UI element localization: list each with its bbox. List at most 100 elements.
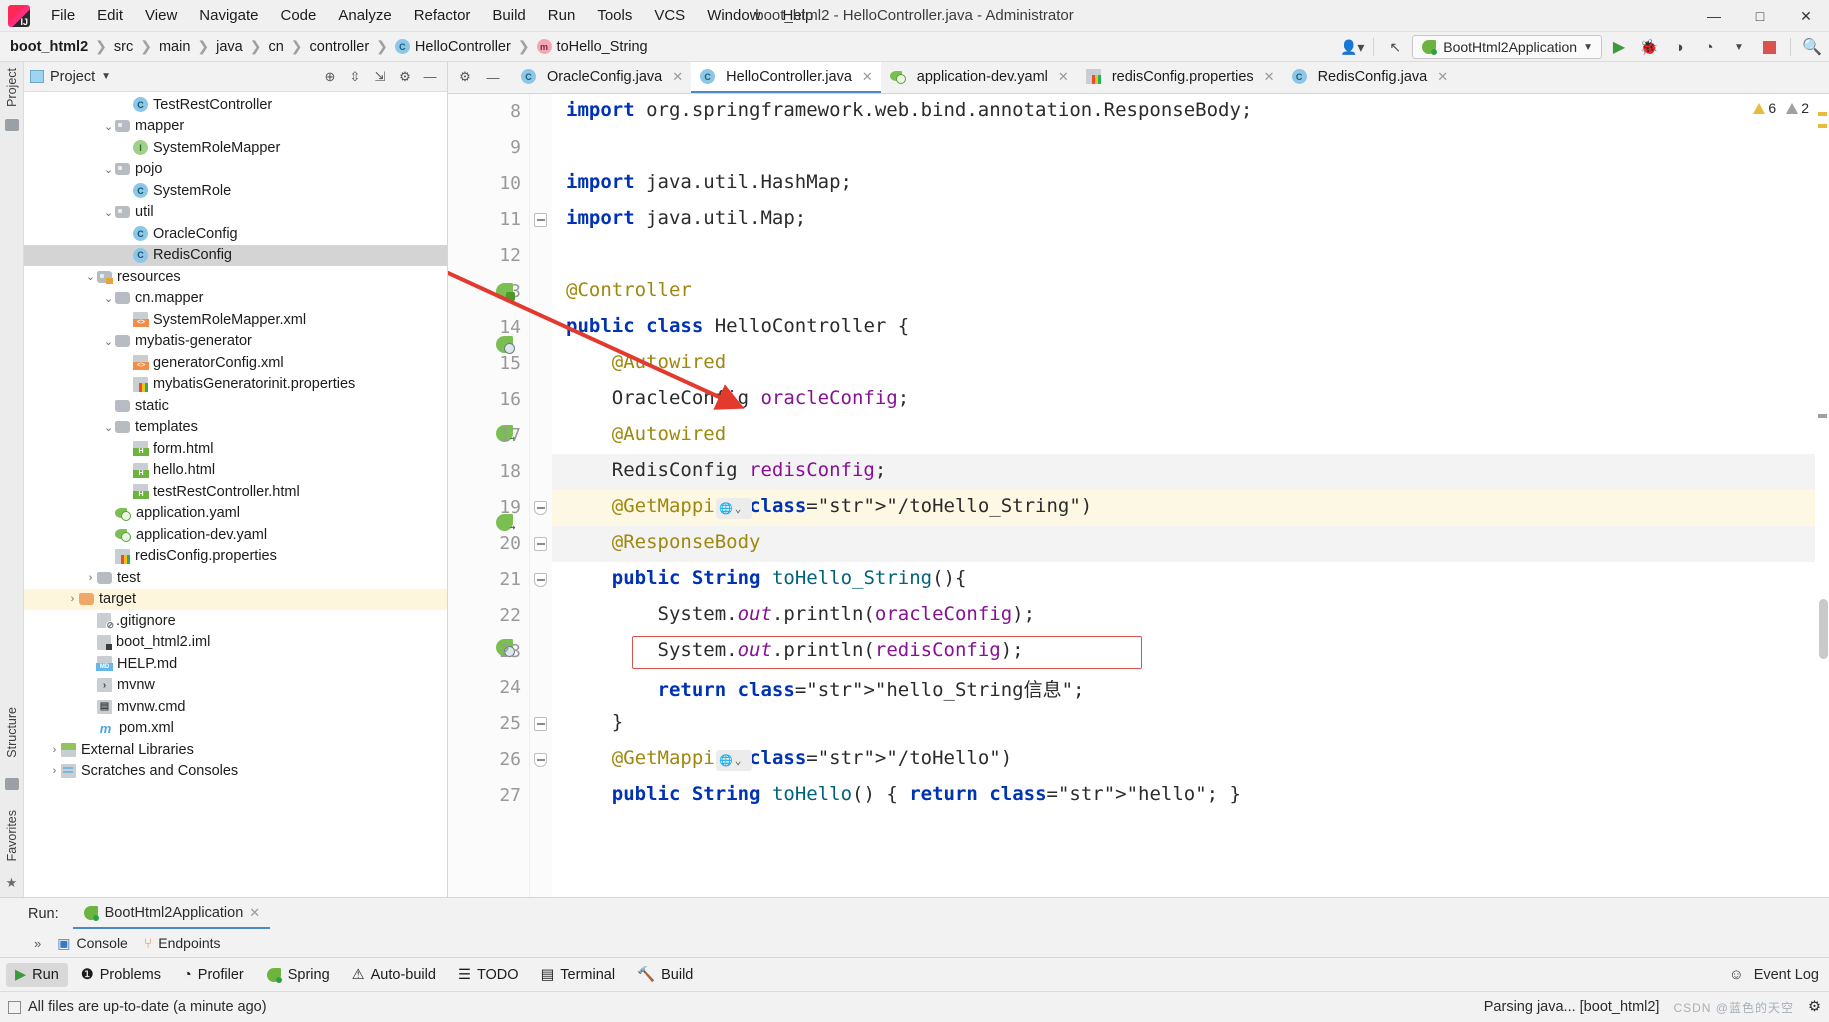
project-tree[interactable]: C TestRestController ⌄ mapper I SystemRoleMap… <box>24 92 447 897</box>
settings-gear-icon[interactable]: ⚙ <box>396 68 414 86</box>
tree-item[interactable]: › mvnw <box>24 675 447 697</box>
tree-item[interactable]: ⌄ pojo <box>24 159 447 181</box>
run-with-coverage-icon[interactable]: ◑ <box>1666 35 1692 59</box>
chevron-down-icon[interactable]: ⌄ <box>102 421 115 434</box>
status-checkbox-icon[interactable] <box>8 1000 21 1014</box>
close-icon[interactable]: ✕ <box>1264 69 1275 85</box>
tool-button-build[interactable]: 🔨 Build <box>628 962 702 987</box>
chevron-down-icon[interactable]: ▼ <box>1726 35 1752 59</box>
code-line[interactable] <box>552 418 1829 454</box>
gutter-run-icon[interactable] <box>496 283 515 301</box>
menu-item-window[interactable]: Window <box>696 4 771 27</box>
menu-item-refactor[interactable]: Refactor <box>403 4 482 27</box>
tree-item[interactable]: I SystemRoleMapper <box>24 137 447 159</box>
menu-item-file[interactable]: File <box>40 4 86 27</box>
tree-item[interactable]: mybatisGeneratorinit.properties <box>24 374 447 396</box>
gutter-run-icon[interactable] <box>496 336 515 354</box>
maximize-button[interactable]: □ <box>1737 0 1783 32</box>
tree-item[interactable]: application-dev.yaml <box>24 524 447 546</box>
event-log-button[interactable]: ☺ Event Log <box>1729 967 1829 983</box>
settings-gear-icon[interactable]: ⚙ <box>456 68 474 86</box>
tree-item[interactable]: .gitignore <box>24 610 447 632</box>
tool-button-auto-build[interactable]: ⚠ Auto-build <box>343 963 445 987</box>
fold-marker-icon[interactable] <box>534 753 547 767</box>
tree-item[interactable]: ⌄ mapper <box>24 116 447 138</box>
breadcrumb-main[interactable]: main <box>159 39 190 55</box>
breadcrumb-class[interactable]: C HelloController <box>394 39 511 55</box>
run-icon[interactable]: ▶ <box>1606 35 1632 59</box>
menu-item-navigate[interactable]: Navigate <box>188 4 269 27</box>
tree-item[interactable]: ⌄ util <box>24 202 447 224</box>
stop-icon[interactable] <box>1756 35 1782 59</box>
tree-item[interactable]: static <box>24 395 447 417</box>
tree-item[interactable]: C SystemRole <box>24 180 447 202</box>
web-mapping-icon[interactable]: 🌐 ⌄ <box>716 498 752 519</box>
breadcrumb-controller[interactable]: controller <box>310 39 370 55</box>
tool-button-problems[interactable]: ❶ Problems <box>72 963 170 987</box>
tree-item[interactable]: m pom.xml <box>24 718 447 740</box>
fold-marker-icon[interactable] <box>534 213 547 227</box>
rail-item-structure[interactable]: Structure <box>5 701 19 764</box>
run-configuration-selector[interactable]: BootHtml2Application ▼ <box>1412 35 1602 59</box>
breadcrumb-java[interactable]: java <box>216 39 243 55</box>
chevron-right-icon[interactable]: › <box>48 765 61 777</box>
web-mapping-icon[interactable]: 🌐 ⌄ <box>716 750 752 771</box>
breadcrumb-method[interactable]: m toHello_String <box>536 39 648 55</box>
profiler-icon[interactable]: ◔ <box>1696 35 1722 59</box>
inspection-status[interactable]: 6 2 <box>1753 100 1809 116</box>
fold-marker-icon[interactable] <box>534 501 547 515</box>
project-panel-title[interactable]: Project ▼ <box>30 69 111 85</box>
subtab-endpoints[interactable]: ⑂ Endpoints <box>144 935 221 951</box>
hide-icon[interactable]: — <box>484 68 502 86</box>
chevron-right-icon[interactable]: › <box>48 744 61 756</box>
tool-button-todo[interactable]: ☰ TODO <box>449 963 528 987</box>
tab-hellocontroller[interactable]: C HelloController.java ✕ <box>691 62 881 93</box>
tree-item[interactable]: C OracleConfig <box>24 223 447 245</box>
folder-icon[interactable] <box>4 118 19 131</box>
star-icon[interactable]: ★ <box>6 875 18 891</box>
chevron-down-icon[interactable]: ⌄ <box>102 206 115 219</box>
locate-icon[interactable]: ⊕ <box>321 68 339 86</box>
breadcrumb-project[interactable]: boot_html2 <box>10 39 88 55</box>
tree-item[interactable]: › test <box>24 567 447 589</box>
expand-all-icon[interactable]: ⇳ <box>346 68 364 86</box>
close-icon[interactable]: ✕ <box>1437 69 1448 85</box>
menu-item-edit[interactable]: Edit <box>86 4 134 27</box>
tab-application-dev-yaml[interactable]: application-dev.yaml ✕ <box>881 62 1077 93</box>
chevron-down-icon[interactable]: ⌄ <box>102 163 115 176</box>
chevron-down-icon[interactable]: ⌄ <box>84 270 97 283</box>
tree-item[interactable]: HELP.md <box>24 653 447 675</box>
tool-button-profiler[interactable]: ◔ Profiler <box>174 963 253 987</box>
editor-scrollbar[interactable] <box>1815 94 1829 897</box>
tab-redisconfig-properties[interactable]: redisConfig.properties ✕ <box>1077 62 1283 93</box>
user-icon[interactable]: 👤▾ <box>1339 35 1365 59</box>
menu-item-vcs[interactable]: VCS <box>643 4 696 27</box>
tree-item[interactable]: form.html <box>24 438 447 460</box>
tab-oracleconfig[interactable]: C OracleConfig.java ✕ <box>512 62 691 93</box>
code-text-area[interactable]: import org.springframework.web.bind.anno… <box>552 94 1829 897</box>
tool-button-spring[interactable]: Spring <box>257 963 339 987</box>
chevron-right-icon[interactable]: › <box>66 593 79 605</box>
tree-item[interactable]: boot_html2.iml <box>24 632 447 654</box>
chevron-down-icon[interactable]: ⌄ <box>102 335 115 348</box>
tab-redisconfig-java[interactable]: C RedisConfig.java ✕ <box>1283 62 1457 93</box>
tree-item[interactable]: ▤ mvnw.cmd <box>24 696 447 718</box>
collapse-all-icon[interactable]: ⇲ <box>371 68 389 86</box>
close-icon[interactable]: ✕ <box>1058 69 1069 85</box>
tree-item[interactable]: redisConfig.properties <box>24 546 447 568</box>
code-editor[interactable]: 89101112131415161718192021222324252627 i… <box>448 94 1829 897</box>
tree-item[interactable]: hello.html <box>24 460 447 482</box>
tree-item[interactable]: C TestRestController <box>24 94 447 116</box>
code-line[interactable] <box>552 130 1829 166</box>
fold-marker-icon[interactable] <box>534 717 547 731</box>
rail-item-project[interactable]: Project <box>5 62 19 113</box>
menu-item-analyze[interactable]: Analyze <box>327 4 402 27</box>
code-line[interactable] <box>552 706 1829 742</box>
search-icon[interactable]: 🔍 <box>1799 35 1825 59</box>
settings-gear-icon[interactable]: ⚙ <box>1808 999 1821 1015</box>
tree-item[interactable]: SystemRoleMapper.xml <box>24 309 447 331</box>
tree-item[interactable]: ⌄ resources <box>24 266 447 288</box>
run-tab-boothtml2application[interactable]: BootHtml2Application ✕ <box>72 900 271 929</box>
code-line[interactable] <box>552 274 1829 310</box>
tree-item[interactable]: ⌄ cn.mapper <box>24 288 447 310</box>
